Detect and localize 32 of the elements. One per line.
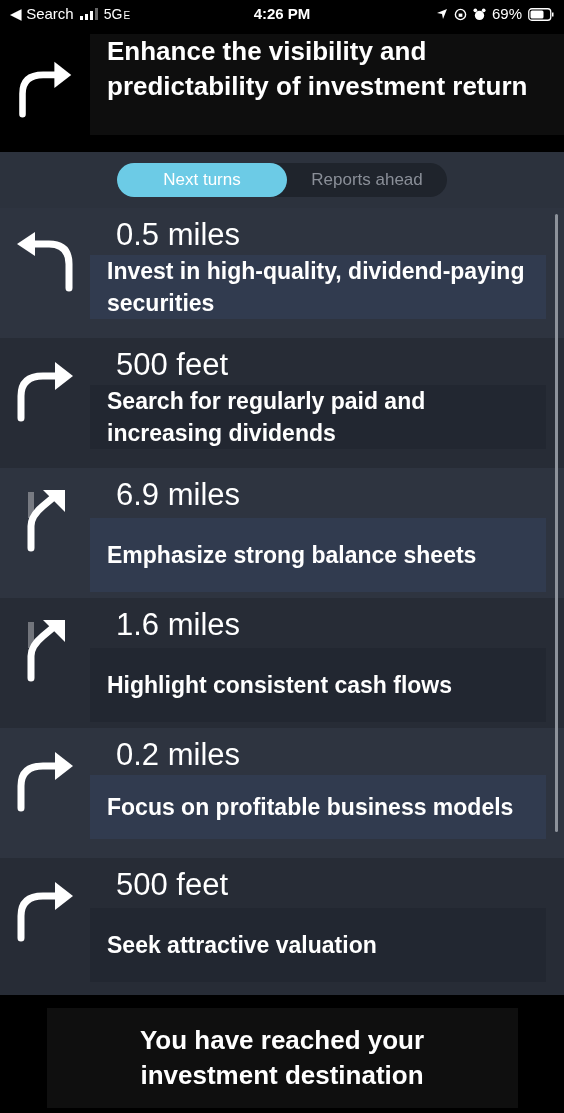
turn-instruction: Search for regularly paid and increasing dividends: [90, 385, 546, 449]
turn-instruction: Seek attractive valuation: [90, 908, 546, 982]
network-suffix: E: [123, 8, 131, 23]
turn-row[interactable]: 500 feet Seek attractive valuation: [0, 858, 564, 995]
distance: 1.6 miles: [115, 608, 242, 642]
turn-row[interactable]: 6.9 miles Emphasize strong balance sheets: [0, 468, 564, 598]
scrollbar[interactable]: [555, 214, 558, 832]
clock: 4:26 PM: [253, 4, 311, 22]
back-link[interactable]: ◀ Search: [10, 2, 74, 26]
distance: 0.5 miles: [115, 218, 242, 252]
battery-icon: [528, 7, 554, 21]
turn-instruction: Emphasize strong balance sheets: [90, 518, 546, 592]
turn-row[interactable]: 0.5 miles Invest in high-quality, dividend-paying securities: [0, 208, 564, 338]
current-instruction: Enhance the visibility and predictability of investment return: [90, 34, 564, 135]
turn-instruction: Invest in high-quality, dividend-paying securities: [90, 255, 546, 319]
destination-message: You have reached your investment destination: [46, 1008, 518, 1108]
tab[interactable]: Reports ahead: [287, 163, 447, 197]
turn-row[interactable]: 0.2 miles Focus on profitable business models: [0, 728, 564, 858]
signal-icon: [79, 8, 98, 20]
alarm-icon: [472, 7, 486, 21]
location-icon: [435, 8, 448, 20]
distance: 0.2 miles: [115, 738, 242, 772]
turn-row[interactable]: 1.6 miles Highlight consistent cash flows: [0, 598, 564, 728]
turn-row[interactable]: 500 feet Search for regularly paid and increasing dividends: [0, 338, 564, 468]
battery-percent: 69%: [491, 3, 522, 24]
distance: 500 feet: [115, 868, 230, 902]
distance: 500 feet: [115, 348, 230, 382]
rotation-lock-icon: [453, 7, 467, 21]
turn-instruction: Focus on profitable business models: [90, 775, 546, 839]
turn-instruction: Highlight consistent cash flows: [90, 648, 546, 722]
distance: 6.9 miles: [115, 478, 242, 512]
network-label: 5G: [103, 4, 123, 24]
